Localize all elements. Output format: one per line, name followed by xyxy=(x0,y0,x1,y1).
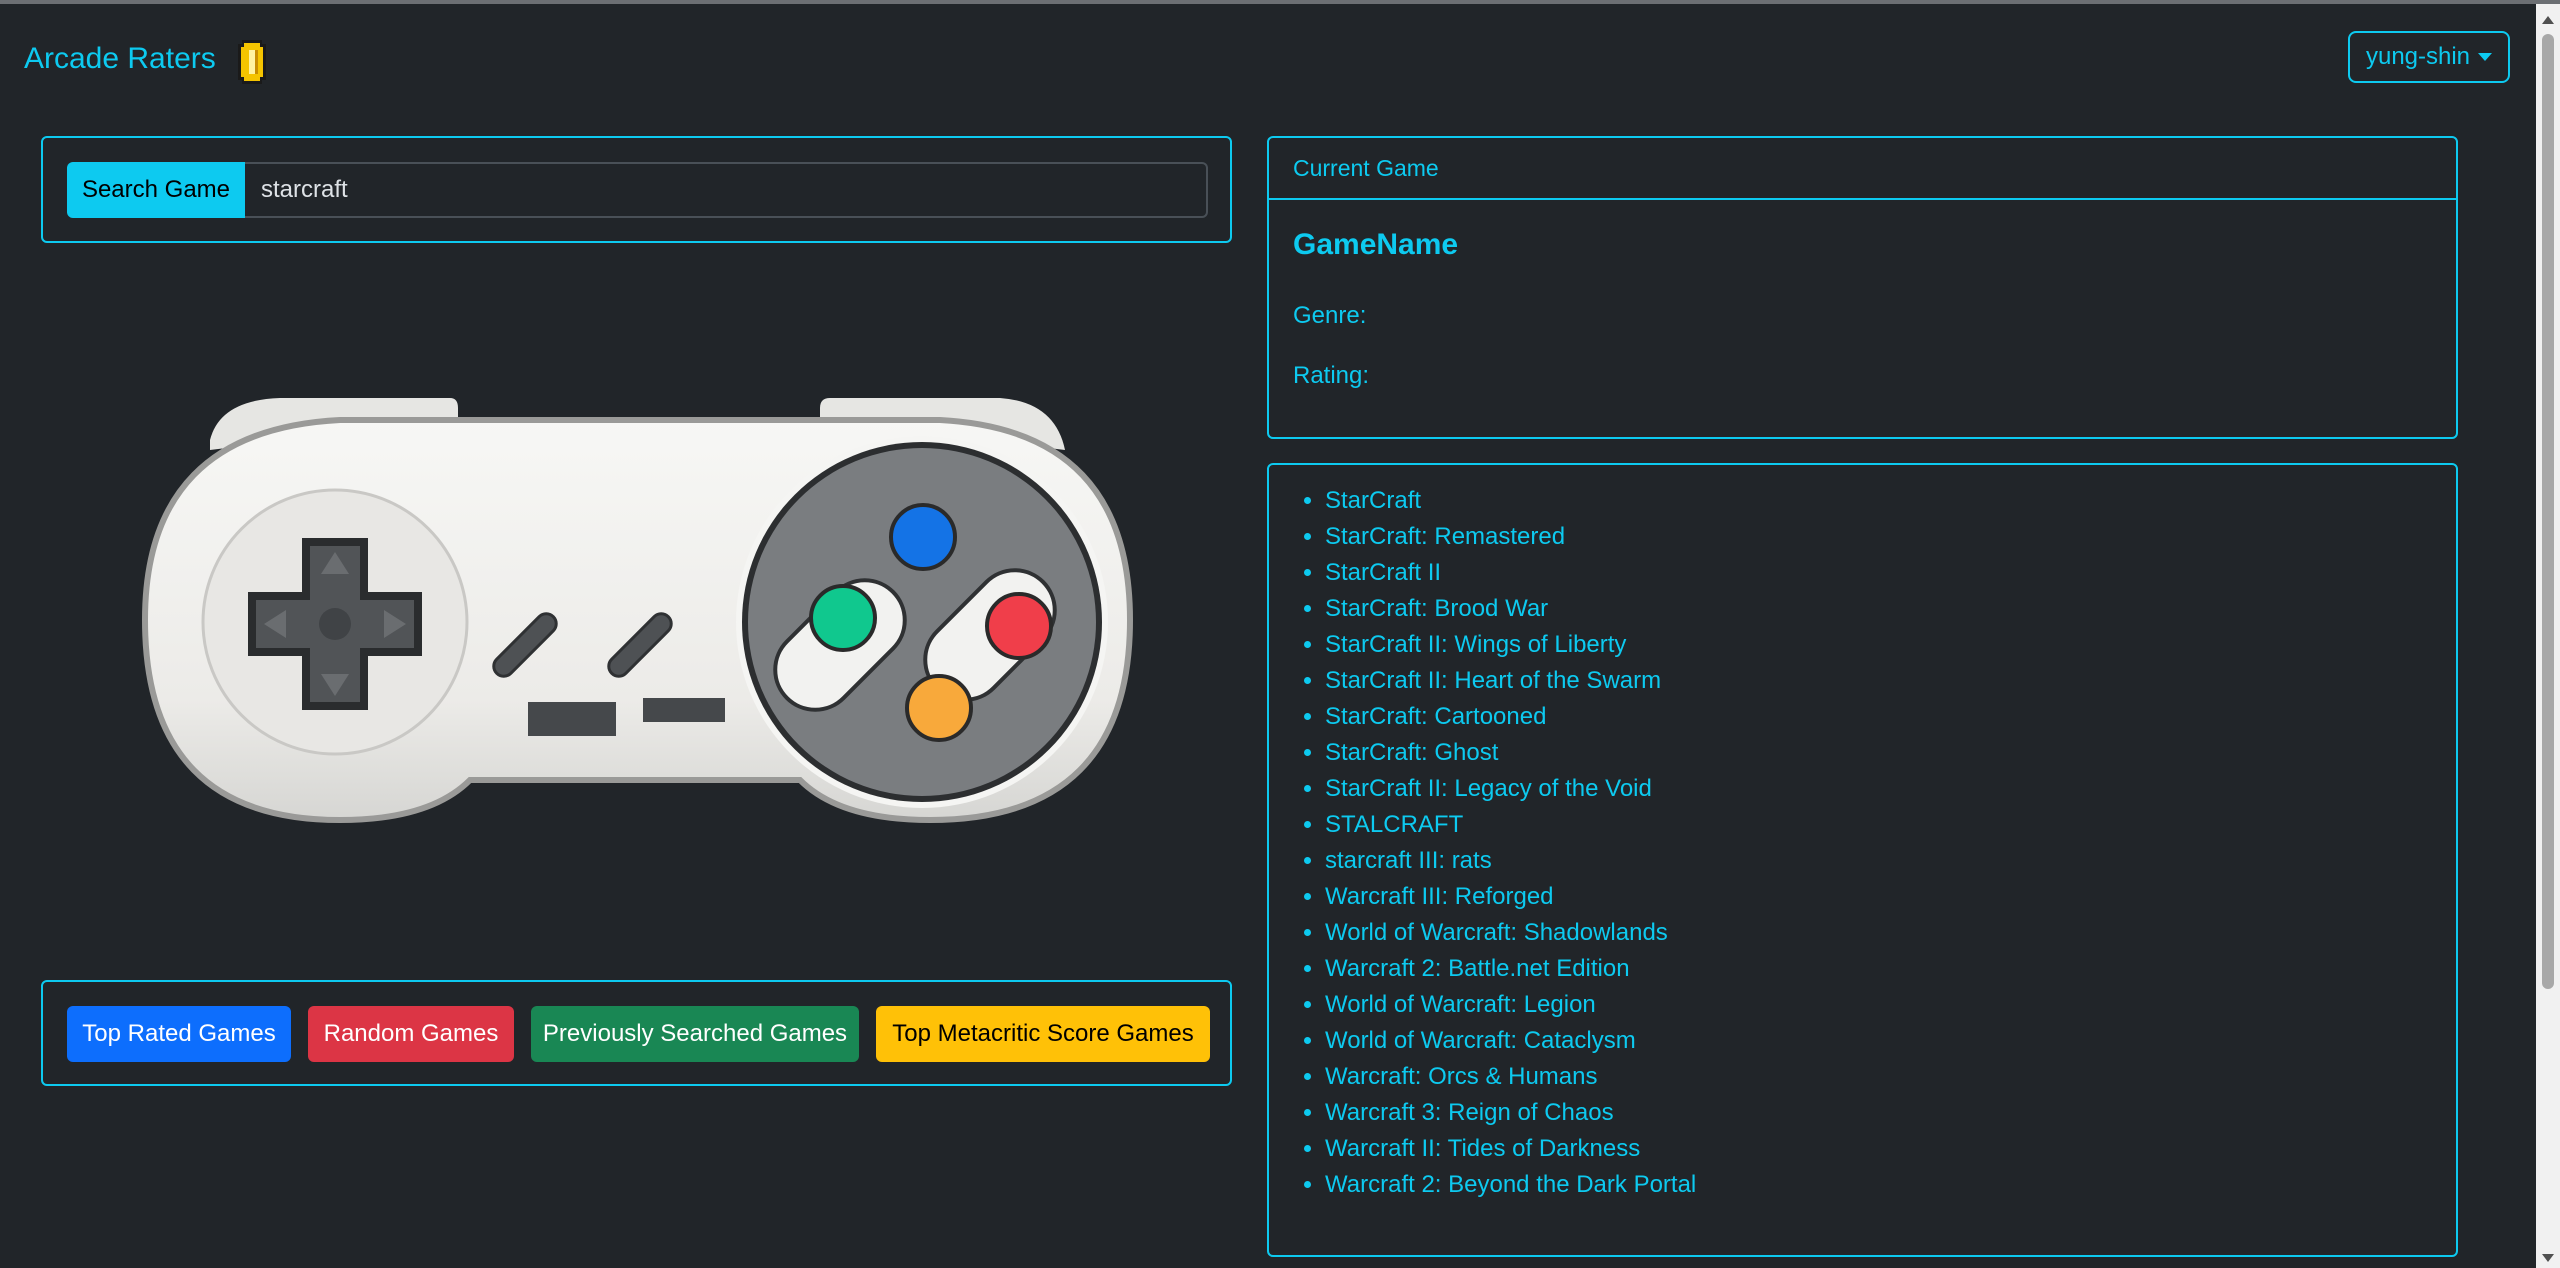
rating-label: Rating: xyxy=(1293,362,1370,389)
current-game-header: Current Game xyxy=(1269,138,2456,200)
genre-label: Genre: xyxy=(1293,302,1367,329)
search-results-card: StarCraft StarCraft: Remastered StarCraft … xyxy=(1267,463,2458,1257)
top-metacritic-score-games-button[interactable]: Top Metacritic Score Games xyxy=(876,1006,1210,1062)
list-item: StarCraft: Remastered xyxy=(1325,519,1696,555)
game-result-link[interactable]: StarCraft: Ghost xyxy=(1325,739,1498,766)
list-item: StarCraft II xyxy=(1325,555,1696,591)
search-input[interactable] xyxy=(245,162,1208,218)
user-dropdown[interactable]: yung-shin xyxy=(2348,31,2510,83)
game-result-link[interactable]: StarCraft: Remastered xyxy=(1325,523,1565,550)
list-item: Warcraft III: Reforged xyxy=(1325,879,1696,915)
search-card: Search Game xyxy=(41,136,1232,243)
game-result-link[interactable]: StarCraft II: Legacy of the Void xyxy=(1325,775,1652,802)
game-result-link[interactable]: starcraft III: rats xyxy=(1325,847,1492,874)
game-result-link[interactable]: Warcraft 2: Battle.net Edition xyxy=(1325,955,1630,982)
game-result-link[interactable]: StarCraft: Brood War xyxy=(1325,595,1548,622)
list-item: StarCraft: Cartooned xyxy=(1325,699,1696,735)
search-game-button[interactable]: Search Game xyxy=(67,162,245,218)
list-item: Warcraft 3: Reign of Chaos xyxy=(1325,1095,1696,1131)
list-item: StarCraft II: Wings of Liberty xyxy=(1325,627,1696,663)
scroll-up-arrow-icon[interactable] xyxy=(2542,16,2554,24)
game-result-link[interactable]: World of Warcraft: Cataclysm xyxy=(1325,1027,1636,1054)
list-item: starcraft III: rats xyxy=(1325,843,1696,879)
list-item: StarCraft: Brood War xyxy=(1325,591,1696,627)
list-item: StarCraft xyxy=(1325,483,1696,519)
previously-searched-games-button[interactable]: Previously Searched Games xyxy=(531,1006,859,1062)
game-result-link[interactable]: STALCRAFT xyxy=(1325,811,1463,838)
game-result-link[interactable]: StarCraft II: Heart of the Swarm xyxy=(1325,667,1661,694)
game-result-link[interactable]: World of Warcraft: Shadowlands xyxy=(1325,919,1668,946)
game-result-link[interactable]: StarCraft II xyxy=(1325,559,1441,586)
random-games-button[interactable]: Random Games xyxy=(308,1006,514,1062)
navbar: Arcade Raters yung-shin xyxy=(0,4,2536,114)
list-item: Warcraft 2: Beyond the Dark Portal xyxy=(1325,1167,1696,1203)
brand-link[interactable]: Arcade Raters xyxy=(24,42,216,76)
current-game-card: Current Game GameName Genre: Rating: xyxy=(1267,136,2458,439)
game-result-link[interactable]: World of Warcraft: Legion xyxy=(1325,991,1596,1018)
list-item: StarCraft II: Heart of the Swarm xyxy=(1325,663,1696,699)
game-result-link[interactable]: StarCraft xyxy=(1325,487,1421,514)
game-result-link[interactable]: Warcraft II: Tides of Darkness xyxy=(1325,1135,1640,1162)
game-result-link[interactable]: StarCraft II: Wings of Liberty xyxy=(1325,631,1626,658)
coin-icon xyxy=(238,40,266,84)
scroll-down-arrow-icon[interactable] xyxy=(2542,1254,2554,1262)
top-rated-games-button[interactable]: Top Rated Games xyxy=(67,1006,291,1062)
list-item: World of Warcraft: Legion xyxy=(1325,987,1696,1023)
page-scrollbar[interactable] xyxy=(2536,4,2560,1268)
scrollbar-thumb[interactable] xyxy=(2542,34,2554,989)
list-item: World of Warcraft: Shadowlands xyxy=(1325,915,1696,951)
game-result-link[interactable]: StarCraft: Cartooned xyxy=(1325,703,1546,730)
list-item: STALCRAFT xyxy=(1325,807,1696,843)
game-name: GameName xyxy=(1293,228,1459,261)
list-item: StarCraft II: Legacy of the Void xyxy=(1325,771,1696,807)
list-item: StarCraft: Ghost xyxy=(1325,735,1696,771)
caret-down-icon xyxy=(2478,53,2493,61)
search-results-list: StarCraft StarCraft: Remastered StarCraft … xyxy=(1295,483,1696,1203)
game-result-link[interactable]: Warcraft 2: Beyond the Dark Portal xyxy=(1325,1171,1696,1198)
list-item: World of Warcraft: Cataclysm xyxy=(1325,1023,1696,1059)
actions-card: Top Rated Games Random Games Previously … xyxy=(41,980,1232,1086)
list-item: Warcraft 2: Battle.net Edition xyxy=(1325,951,1696,987)
game-result-link[interactable]: Warcraft 3: Reign of Chaos xyxy=(1325,1099,1614,1126)
user-name: yung-shin xyxy=(2365,43,2471,70)
gamepad-illustration xyxy=(141,398,1134,824)
search-input-group: Search Game xyxy=(67,162,1208,218)
list-item: Warcraft: Orcs & Humans xyxy=(1325,1059,1696,1095)
game-result-link[interactable]: Warcraft III: Reforged xyxy=(1325,883,1554,910)
list-item: Warcraft II: Tides of Darkness xyxy=(1325,1131,1696,1167)
game-result-link[interactable]: Warcraft: Orcs & Humans xyxy=(1325,1063,1597,1090)
